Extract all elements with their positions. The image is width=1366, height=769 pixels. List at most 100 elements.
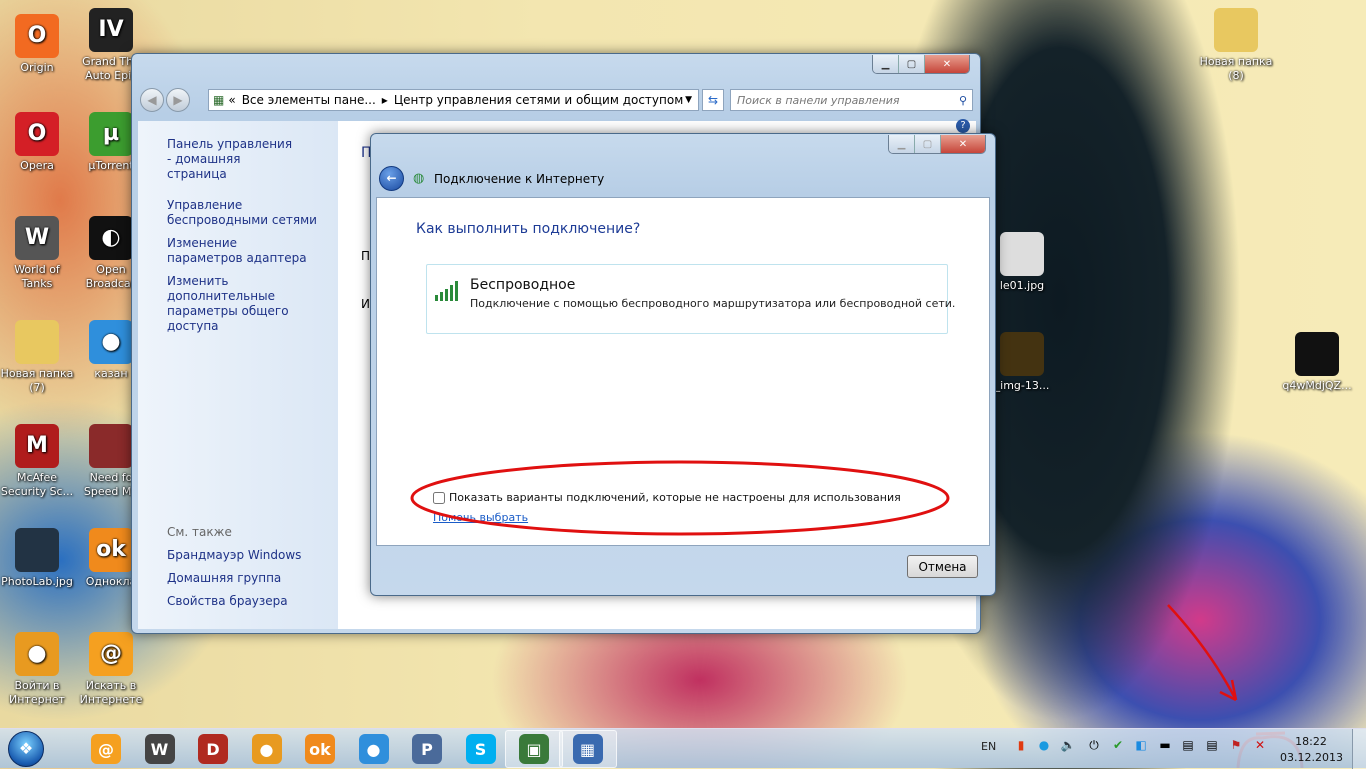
app-icon bbox=[1000, 232, 1044, 276]
breadcrumb-overflow[interactable]: « bbox=[228, 93, 235, 107]
desktop-icon[interactable]: _img-13... bbox=[985, 332, 1059, 393]
taskbar-chrome[interactable]: ● bbox=[345, 730, 403, 768]
app-icon: IV bbox=[89, 8, 133, 52]
odnoklassniki-icon: ok bbox=[305, 734, 335, 764]
search-icon[interactable]: ⚲ bbox=[959, 94, 967, 107]
cancel-button[interactable]: Отмена bbox=[907, 555, 978, 578]
power-icon[interactable]: ⏻ bbox=[1086, 737, 1102, 753]
start-button[interactable]: ❖ bbox=[8, 731, 44, 767]
dialog-heading: Как выполнить подключение? bbox=[416, 221, 641, 237]
taskbar-p-app[interactable]: P bbox=[398, 730, 456, 768]
show-unconfigured-checkbox[interactable] bbox=[433, 491, 445, 504]
app-icon bbox=[1214, 8, 1258, 52]
desktop-icon[interactable]: Новая папка (7) bbox=[0, 320, 74, 395]
skype-icon: S bbox=[465, 734, 496, 764]
maximize-button[interactable]: ▢ bbox=[899, 55, 925, 73]
desktop-icon[interactable]: q4wMdjQZ... bbox=[1280, 332, 1354, 393]
desktop-icon[interactable]: le01.jpg bbox=[985, 232, 1059, 293]
taskbar-world-of-tanks[interactable]: W bbox=[131, 730, 189, 768]
forward-button[interactable]: ▶ bbox=[166, 88, 190, 112]
app-icon bbox=[89, 424, 133, 468]
annotation-arrow bbox=[1167, 604, 1238, 702]
desktop-icon[interactable]: Новая папка (8) bbox=[1199, 8, 1273, 83]
chrome-icon: ● bbox=[358, 734, 389, 764]
control-panel-icon: ▦ bbox=[572, 734, 603, 764]
update-check-icon[interactable]: ✔ bbox=[1110, 737, 1126, 753]
app-icon: W bbox=[15, 216, 59, 260]
monitor-icon[interactable]: ▬ bbox=[1157, 737, 1173, 753]
breadcrumb-network-center[interactable]: Центр управления сетями и общим доступом bbox=[394, 93, 683, 107]
display-icon[interactable]: ◧ bbox=[1133, 737, 1149, 753]
manage-wireless-link[interactable]: Управление беспроводными сетями bbox=[167, 198, 332, 228]
back-arrow-button[interactable]: ← bbox=[379, 166, 404, 191]
app-icon: ok bbox=[89, 528, 133, 572]
adapter-settings-link[interactable]: Изменение параметров адаптера bbox=[167, 236, 307, 266]
close-button[interactable]: ✕ bbox=[941, 135, 985, 153]
back-button[interactable]: ◀ bbox=[140, 88, 164, 112]
sharing-settings-link[interactable]: Изменить дополнительные параметры общего… bbox=[167, 274, 327, 334]
desktop-icon[interactable]: ● Войти в Интернет bbox=[0, 632, 74, 707]
help-icon[interactable]: ? bbox=[956, 119, 970, 133]
language-indicator[interactable]: EN bbox=[981, 740, 996, 753]
minimize-button: ▁ bbox=[889, 135, 915, 153]
firewall-link[interactable]: Брандмауэр Windows bbox=[167, 548, 301, 563]
browser-orb-icon: ● bbox=[251, 734, 282, 764]
taskbar-browser-orb[interactable]: ● bbox=[238, 730, 296, 768]
desktop-icon[interactable]: O Origin bbox=[0, 14, 74, 75]
window-controls: ▁ ▢ ✕ bbox=[872, 55, 970, 74]
app-icon: ● bbox=[15, 632, 59, 676]
dota-2-icon: D bbox=[198, 734, 228, 764]
option-title: Беспроводное bbox=[470, 277, 576, 293]
desktop-icon-label: Opera bbox=[20, 159, 54, 172]
taskbar-dota-2[interactable]: D bbox=[184, 730, 242, 768]
content-text: П bbox=[361, 249, 371, 263]
desktop-icon[interactable]: @ Искать в Интернете bbox=[74, 632, 148, 707]
homegroup-link[interactable]: Домашняя группа bbox=[167, 571, 281, 586]
sync-icon[interactable]: ● bbox=[1036, 737, 1052, 753]
search-input[interactable]: Поиск в панели управления ⚲ bbox=[730, 89, 973, 111]
dialog-window-controls: ▁ ▢ ✕ bbox=[888, 135, 986, 154]
office-icon[interactable]: ▮ bbox=[1013, 737, 1029, 753]
volume-icon[interactable]: 🔈 bbox=[1060, 737, 1076, 753]
taskbar-skype[interactable]: S bbox=[452, 730, 510, 768]
cp-home-link[interactable]: Панель управления - домашняя страница bbox=[167, 137, 297, 182]
see-also-label: См. также bbox=[167, 525, 232, 539]
desktop-icon-label: _img-13... bbox=[994, 379, 1050, 392]
show-unconfigured-checkbox-row[interactable]: Показать варианты подключений, которые н… bbox=[433, 491, 901, 504]
app-icon: µ bbox=[89, 112, 133, 156]
breadcrumb-separator[interactable]: ▸ bbox=[382, 93, 388, 107]
clock[interactable]: 18:22 03.12.2013 bbox=[1280, 734, 1343, 766]
taskbar-mail-agent[interactable]: @ bbox=[77, 730, 135, 768]
taskbar-window-app[interactable]: ▣ bbox=[505, 730, 563, 768]
app-icon bbox=[1295, 332, 1339, 376]
device-icon-2[interactable]: ▤ bbox=[1204, 737, 1220, 753]
dialog-body: Как выполнить подключение? Беспроводное … bbox=[376, 197, 990, 546]
desktop-icon-label: Новая папка (7) bbox=[0, 367, 74, 394]
close-button[interactable]: ✕ bbox=[925, 55, 969, 73]
desktop-icon-label: Войти в Интернет bbox=[9, 679, 65, 706]
time: 18:22 bbox=[1295, 735, 1327, 748]
app-icon: O bbox=[15, 112, 59, 156]
device-icon[interactable]: ▤ bbox=[1180, 737, 1196, 753]
desktop-icon[interactable]: M McAfee Security Sc... bbox=[0, 424, 74, 499]
breadcrumb-all-items[interactable]: Все элементы пане... bbox=[242, 93, 376, 107]
desktop-icon[interactable]: W World of Tanks bbox=[0, 216, 74, 291]
network-disconnected-icon[interactable]: ✕ bbox=[1252, 737, 1268, 753]
taskbar-control-panel[interactable]: ▦ bbox=[558, 730, 617, 768]
browser-props-link[interactable]: Свойства браузера bbox=[167, 594, 288, 609]
address-bar[interactable]: ▦ « Все элементы пане... ▸ Центр управле… bbox=[208, 89, 699, 111]
show-desktop-button[interactable] bbox=[1352, 729, 1366, 769]
wireless-option[interactable]: Беспроводное Подключение с помощью беспр… bbox=[426, 264, 955, 334]
action-center-flag-icon[interactable]: ⚑ bbox=[1228, 737, 1244, 753]
app-icon: M bbox=[15, 424, 59, 468]
chevron-down-icon[interactable]: ▼ bbox=[685, 95, 692, 105]
refresh-button[interactable]: ⇆ bbox=[702, 89, 724, 111]
help-choose-link[interactable]: Помочь выбрать bbox=[433, 511, 528, 524]
taskbar-odnoklassniki[interactable]: ok bbox=[291, 730, 349, 768]
desktop-icon[interactable]: O Opera bbox=[0, 112, 74, 173]
desktop-icon-label: le01.jpg bbox=[999, 279, 1045, 292]
option-description: Подключение с помощью беспроводного марш… bbox=[470, 297, 956, 310]
minimize-button[interactable]: ▁ bbox=[873, 55, 899, 73]
desktop-icon[interactable]: PhotoLab.jpg bbox=[0, 528, 74, 589]
maximize-button: ▢ bbox=[915, 135, 941, 153]
